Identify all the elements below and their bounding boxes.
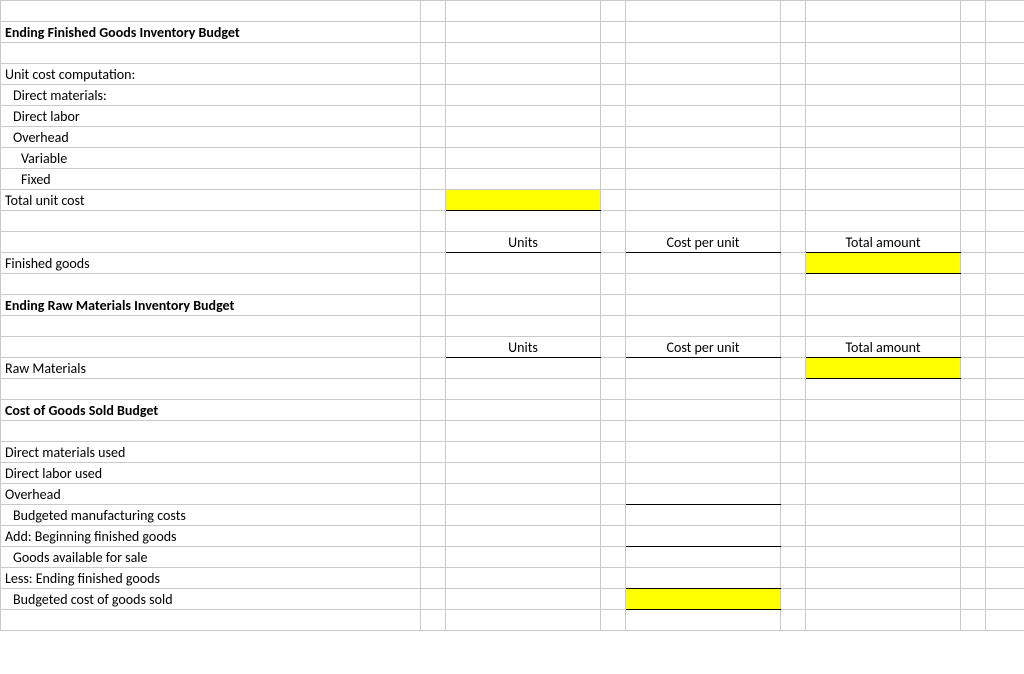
row-total-unit-cost: Total unit cost <box>1 190 1024 211</box>
budgeted-cogs-amount[interactable] <box>626 589 781 610</box>
row-blank <box>1 421 1024 442</box>
row-blank <box>1 274 1024 295</box>
label-total-unit-cost: Total unit cost <box>1 190 421 211</box>
row-blank <box>1 379 1024 400</box>
rm-total-amount[interactable] <box>806 358 961 379</box>
row-bottom-partial <box>1 610 1024 631</box>
row-unit-cost-computation: Unit cost computation: <box>1 64 1024 85</box>
label-raw-materials: Raw Materials <box>1 358 421 379</box>
header-units: Units <box>446 232 601 253</box>
label-overhead-cogs: Overhead <box>1 484 421 505</box>
row-cogs-budget: Cost of Goods Sold Budget <box>1 400 1024 421</box>
goods-available[interactable] <box>626 547 781 568</box>
row-raw-materials: Raw Materials <box>1 358 1024 379</box>
fg-cost-per-unit[interactable] <box>626 253 781 274</box>
label-unit-cost-computation: Unit cost computation: <box>1 64 421 85</box>
row-less-ending-fg: Less: Ending finished goods <box>1 568 1024 589</box>
row-blank <box>1 43 1024 64</box>
row-top-partial <box>1 1 1024 22</box>
fg-total-amount[interactable] <box>806 253 961 274</box>
label-direct-labor: Direct labor <box>1 106 421 127</box>
row-direct-labor-used: Direct labor used <box>1 463 1024 484</box>
row-rm-headers: Units Cost per unit Total amount <box>1 337 1024 358</box>
label-less-ending-fg: Less: Ending finished goods <box>1 568 421 589</box>
rm-cost-per-unit[interactable] <box>626 358 781 379</box>
header-cost-per-unit: Cost per unit <box>626 232 781 253</box>
label-goods-available: Goods available for sale <box>1 547 421 568</box>
header-cost-per-unit-2: Cost per unit <box>626 337 781 358</box>
header-units-2: Units <box>446 337 601 358</box>
row-fg-headers: Units Cost per unit Total amount <box>1 232 1024 253</box>
label-cogs-budget: Cost of Goods Sold Budget <box>1 400 421 421</box>
label-budgeted-mfg-costs: Budgeted manufacturing costs <box>1 505 421 526</box>
row-finished-goods: Finished goods <box>1 253 1024 274</box>
label-fixed: Fixed <box>1 169 421 190</box>
row-budgeted-cogs: Budgeted cost of goods sold <box>1 589 1024 610</box>
row-goods-available: Goods available for sale <box>1 547 1024 568</box>
row-direct-materials: Direct materials: <box>1 85 1024 106</box>
label-add-beg-fg: Add: Beginning finished goods <box>1 526 421 547</box>
row-blank <box>1 211 1024 232</box>
row-variable: Variable <box>1 148 1024 169</box>
label-direct-materials-used: Direct materials used <box>1 442 421 463</box>
row-budgeted-mfg-costs: Budgeted manufacturing costs <box>1 505 1024 526</box>
header-total-amount-2: Total amount <box>806 337 961 358</box>
row-ending-fg-budget: Ending Finished Goods Inventory Budget <box>1 22 1024 43</box>
label-direct-labor-used: Direct labor used <box>1 463 421 484</box>
row-add-beg-fg: Add: Beginning finished goods <box>1 526 1024 547</box>
row-direct-labor: Direct labor <box>1 106 1024 127</box>
budgeted-mfg-costs[interactable] <box>626 505 781 526</box>
label-overhead: Overhead <box>1 127 421 148</box>
label-finished-goods: Finished goods <box>1 253 421 274</box>
label-budgeted-cogs: Budgeted cost of goods sold <box>1 589 421 610</box>
label-variable: Variable <box>1 148 421 169</box>
row-fixed: Fixed <box>1 169 1024 190</box>
row-overhead: Overhead <box>1 127 1024 148</box>
less-ending-fg-amount[interactable] <box>626 568 781 589</box>
row-direct-materials-used: Direct materials used <box>1 442 1024 463</box>
beg-fg-amount[interactable] <box>626 526 781 547</box>
fg-units[interactable] <box>446 253 601 274</box>
label-ending-fg-budget: Ending Finished Goods Inventory Budget <box>1 22 421 43</box>
label-direct-materials: Direct materials: <box>1 85 421 106</box>
header-total-amount: Total amount <box>806 232 961 253</box>
label-ending-rm-budget: Ending Raw Materials Inventory Budget <box>1 295 421 316</box>
row-ending-rm-budget: Ending Raw Materials Inventory Budget <box>1 295 1024 316</box>
row-blank <box>1 316 1024 337</box>
rm-units[interactable] <box>446 358 601 379</box>
overhead-amount[interactable] <box>626 484 781 505</box>
spreadsheet[interactable]: Ending Finished Goods Inventory Budget U… <box>0 0 1024 631</box>
row-overhead-cogs: Overhead <box>1 484 1024 505</box>
value-total-unit-cost[interactable] <box>446 190 601 211</box>
